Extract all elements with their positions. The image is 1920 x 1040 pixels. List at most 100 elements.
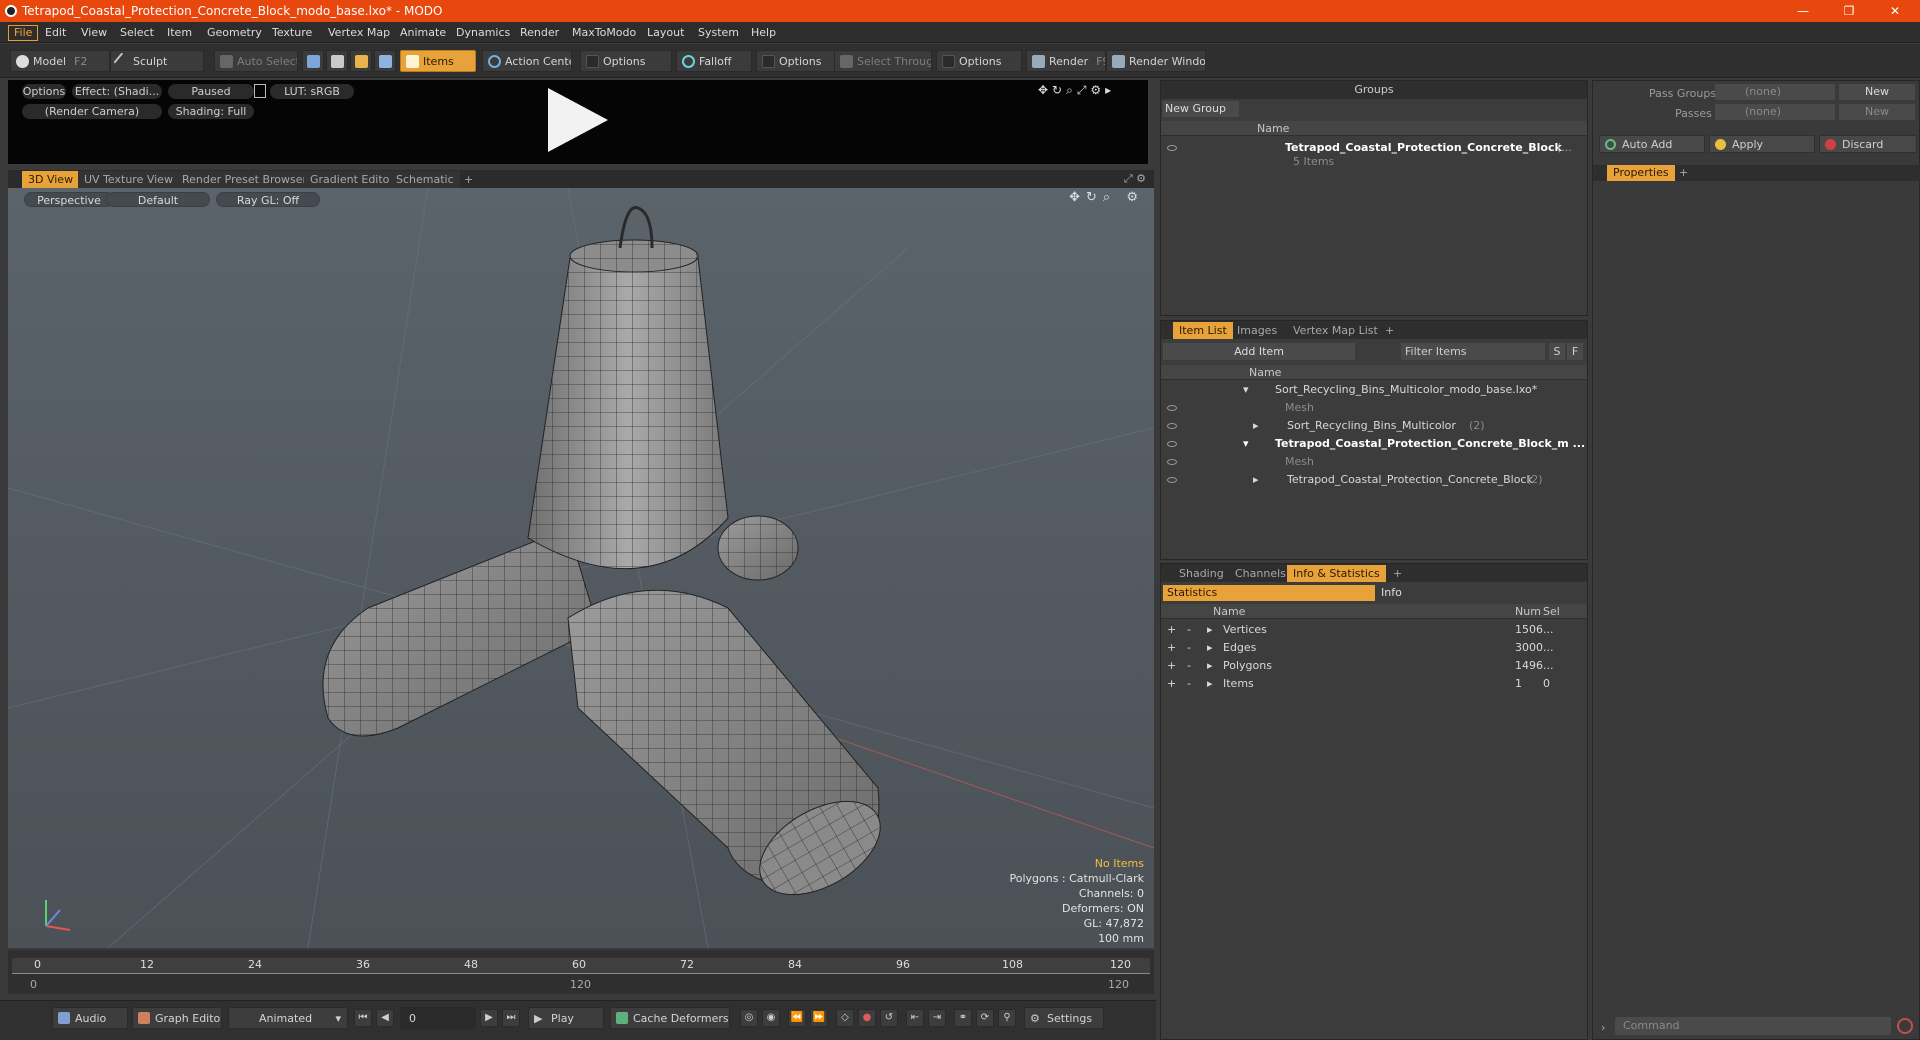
table-row[interactable]: + - ▸ Items 1 0 bbox=[1161, 675, 1587, 693]
menu-select[interactable]: Select bbox=[115, 25, 159, 41]
chevron-right-icon[interactable]: › bbox=[1601, 1021, 1605, 1034]
loop-icon[interactable]: ↺ bbox=[880, 1009, 898, 1027]
eye-icon[interactable] bbox=[1167, 459, 1177, 465]
play-icon[interactable] bbox=[544, 86, 610, 154]
materials-mode-button[interactable] bbox=[374, 50, 396, 72]
minimize-button[interactable]: — bbox=[1780, 0, 1826, 22]
graph-editor-button[interactable]: Graph Editor bbox=[132, 1007, 222, 1029]
next-marker-icon[interactable]: ⇥ bbox=[928, 1009, 946, 1027]
vertices-mode-button[interactable] bbox=[302, 50, 324, 72]
timeline[interactable]: 0 12 24 36 48 60 72 84 96 108 120 0 120 … bbox=[8, 950, 1154, 994]
add-tab-button[interactable]: + bbox=[1387, 565, 1408, 582]
tab-properties[interactable]: Properties bbox=[1607, 165, 1675, 181]
auto-add-button[interactable]: Auto Add bbox=[1599, 135, 1705, 153]
tab-info-statistics[interactable]: Info & Statistics bbox=[1287, 565, 1386, 582]
preview-paused-button[interactable]: Paused bbox=[168, 84, 254, 99]
go-to-start-icon[interactable]: ⏮ bbox=[354, 1009, 372, 1027]
tab-schematic[interactable]: Schematic bbox=[390, 171, 460, 188]
preview-camera-dropdown[interactable]: (Render Camera) bbox=[22, 104, 162, 119]
auto-key-icon[interactable]: ◉ bbox=[762, 1009, 780, 1027]
list-item[interactable]: ▾ Tetrapod_Coastal_Protection_Concrete_Bl… bbox=[1161, 435, 1587, 453]
current-frame-input[interactable]: 0 bbox=[400, 1007, 476, 1029]
tab-render-preset-browser[interactable]: Render Preset Browser bbox=[176, 171, 314, 188]
add-tab-button[interactable]: + bbox=[1379, 322, 1400, 339]
menu-animate[interactable]: Animate bbox=[395, 25, 451, 41]
new-group-button[interactable]: New Group bbox=[1163, 101, 1239, 117]
preview-lut-dropdown[interactable]: LUT: sRGB bbox=[270, 84, 354, 99]
select-through-button[interactable]: Select Through bbox=[834, 50, 932, 72]
tab-item-list[interactable]: Item List bbox=[1173, 322, 1233, 339]
discard-button[interactable]: Discard bbox=[1819, 135, 1917, 153]
step-forward-icon[interactable]: ▶ bbox=[480, 1009, 498, 1027]
play-button[interactable]: ▶ Play bbox=[528, 1007, 604, 1029]
render-button[interactable]: Render F9 bbox=[1026, 50, 1106, 72]
settings-button[interactable]: ⚙ Settings bbox=[1024, 1007, 1104, 1029]
f-button[interactable]: F bbox=[1567, 343, 1583, 360]
menu-view[interactable]: View bbox=[76, 25, 112, 41]
add-tab-button[interactable]: + bbox=[458, 171, 479, 188]
menu-texture[interactable]: Texture bbox=[267, 25, 317, 41]
auto-select-button[interactable]: Auto Select bbox=[214, 50, 298, 72]
group-row[interactable]: Tetrapod_Coastal_Protection_Concrete_Blo… bbox=[1161, 139, 1587, 171]
command-input[interactable]: Command bbox=[1615, 1017, 1891, 1035]
pass-groups-dropdown[interactable]: (none) bbox=[1715, 84, 1835, 100]
animated-dropdown[interactable]: Animated ▾ bbox=[228, 1007, 348, 1029]
list-item[interactable]: ▾ Sort_Recycling_Bins_Multicolor_modo_bas… bbox=[1161, 381, 1587, 399]
preview-nav-icons[interactable]: ✥↻⌕⤢⚙▸ bbox=[1038, 83, 1115, 98]
eye-icon[interactable] bbox=[1167, 441, 1177, 447]
menu-dynamics[interactable]: Dynamics bbox=[451, 25, 515, 41]
step-back-icon[interactable]: ◀ bbox=[376, 1009, 394, 1027]
ik-icon[interactable]: ⚲ bbox=[998, 1009, 1016, 1027]
menu-file[interactable]: File bbox=[8, 25, 39, 41]
model-mode-button[interactable]: Model F2 bbox=[10, 50, 110, 72]
tab-channels[interactable]: Channels bbox=[1229, 565, 1292, 582]
audio-button[interactable]: Audio bbox=[52, 1007, 128, 1029]
cache-deformers-button[interactable]: Cache Deformers bbox=[610, 1007, 730, 1029]
menu-help[interactable]: Help bbox=[746, 25, 781, 41]
list-item[interactable]: Mesh bbox=[1161, 453, 1587, 471]
link-icon[interactable]: ⚭ bbox=[954, 1009, 972, 1027]
preview-effect-dropdown[interactable]: Effect: (Shadi... bbox=[72, 84, 162, 99]
info-subtab[interactable]: Info bbox=[1377, 585, 1583, 601]
passes-dropdown[interactable]: (none) bbox=[1715, 104, 1835, 120]
tab-shading[interactable]: Shading bbox=[1173, 565, 1230, 582]
preview-shading-dropdown[interactable]: Shading: Full bbox=[168, 104, 254, 119]
add-tab-button[interactable]: + bbox=[1673, 165, 1694, 181]
prev-marker-icon[interactable]: ⇤ bbox=[906, 1009, 924, 1027]
eye-icon[interactable] bbox=[1167, 423, 1177, 429]
polygons-mode-button[interactable] bbox=[350, 50, 372, 72]
menu-geometry[interactable]: Geometry bbox=[202, 25, 267, 41]
viewport-panel-icons[interactable]: ⤢ ⚙ bbox=[1124, 172, 1146, 186]
3d-viewport[interactable]: Perspective Default Ray GL: Off ✥↻⌕ ⚙ No… bbox=[8, 188, 1154, 948]
eye-icon[interactable] bbox=[1167, 477, 1177, 483]
list-item[interactable]: Mesh bbox=[1161, 399, 1587, 417]
menu-layout[interactable]: Layout bbox=[642, 25, 689, 41]
menu-maxtomodo[interactable]: MaxToModo bbox=[567, 25, 641, 41]
list-item[interactable]: ▸ Tetrapod_Coastal_Protection_Concrete_Bl… bbox=[1161, 471, 1587, 489]
add-item-button[interactable]: Add Item bbox=[1163, 343, 1355, 360]
preview-options-button[interactable]: Options bbox=[22, 84, 66, 99]
s-button[interactable]: S bbox=[1549, 343, 1565, 360]
table-row[interactable]: + - ▸ Vertices 1506... bbox=[1161, 621, 1587, 639]
sculpt-mode-button[interactable]: Sculpt bbox=[110, 50, 204, 72]
go-to-end-icon[interactable]: ⏭ bbox=[502, 1009, 520, 1027]
action-center-button[interactable]: Action Center bbox=[482, 50, 572, 72]
table-row[interactable]: + - ▸ Polygons 1496... bbox=[1161, 657, 1587, 675]
tab-uv-texture-view[interactable]: UV Texture View bbox=[78, 171, 179, 188]
new-pass-button[interactable]: New bbox=[1839, 104, 1915, 120]
falloff-button[interactable]: Falloff bbox=[676, 50, 752, 72]
items-mode-button[interactable]: Items bbox=[400, 50, 476, 72]
eye-icon[interactable] bbox=[1167, 145, 1177, 151]
record-icon[interactable]: ● bbox=[858, 1009, 876, 1027]
menu-system[interactable]: System bbox=[693, 25, 744, 41]
prev-key-icon[interactable]: ⏪ bbox=[788, 1009, 806, 1027]
edges-mode-button[interactable] bbox=[326, 50, 348, 72]
stop-icon[interactable] bbox=[1897, 1018, 1913, 1034]
menu-vertex-map[interactable]: Vertex Map bbox=[323, 25, 395, 41]
falloff-options-button[interactable]: Options bbox=[756, 50, 836, 72]
eye-icon[interactable] bbox=[1167, 405, 1177, 411]
menu-render[interactable]: Render bbox=[515, 25, 564, 41]
next-key-icon[interactable]: ⏩ bbox=[810, 1009, 828, 1027]
statistics-subtab[interactable]: Statistics bbox=[1163, 585, 1375, 601]
tab-images[interactable]: Images bbox=[1231, 322, 1283, 339]
